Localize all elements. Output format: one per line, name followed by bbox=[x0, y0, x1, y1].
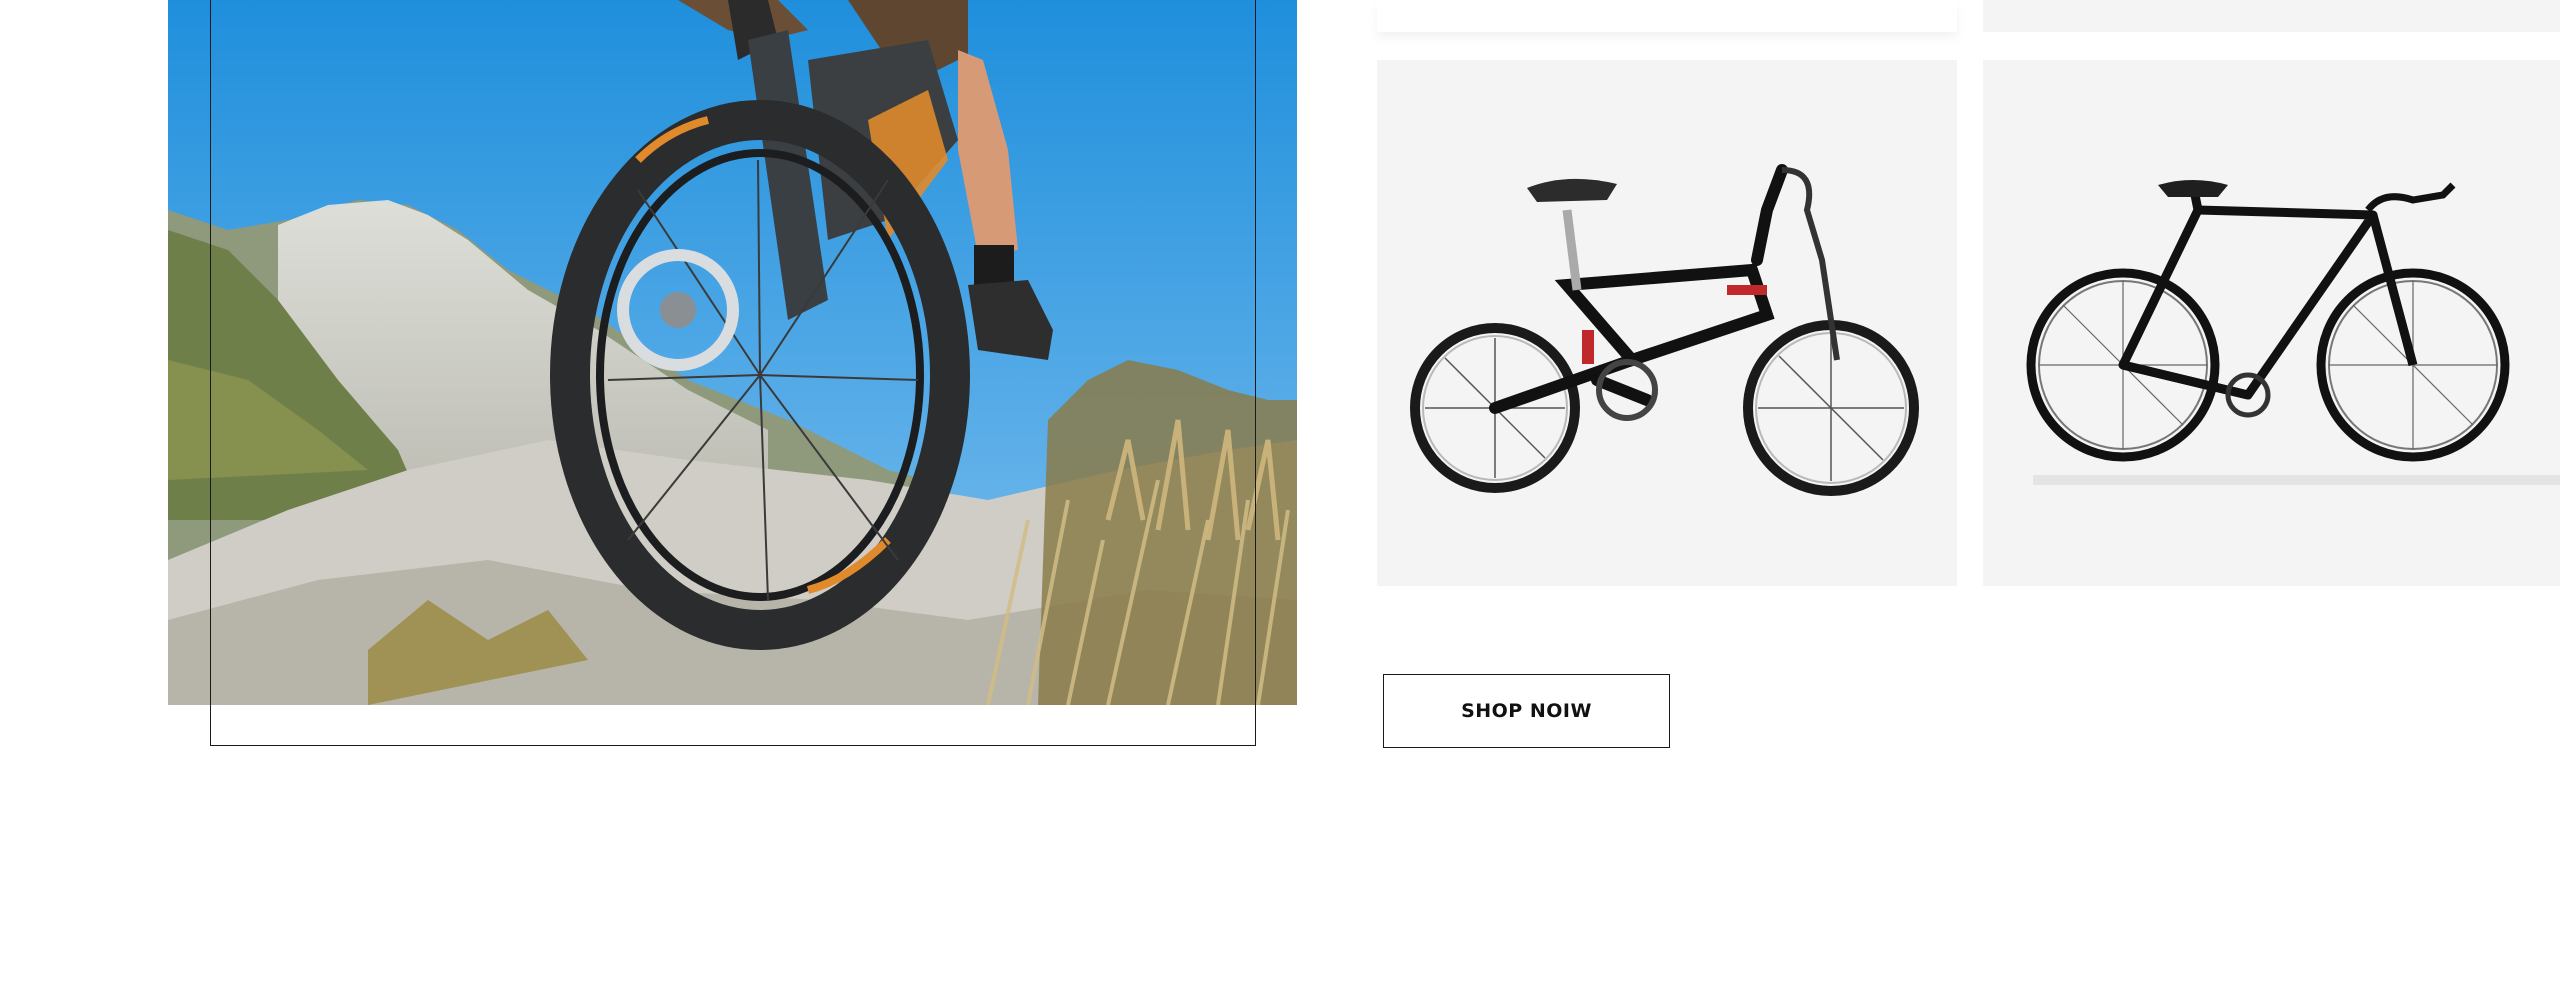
fixed-gear-bike-image bbox=[2026, 180, 2560, 485]
product-card-folding-bike[interactable] bbox=[1377, 60, 1957, 586]
shop-now-label: SHOP NOIW bbox=[1461, 700, 1592, 722]
product-card-top-left[interactable] bbox=[1377, 0, 1957, 32]
folding-bike-image bbox=[1410, 164, 1919, 496]
shop-now-button[interactable]: SHOP NOIW bbox=[1383, 674, 1670, 748]
product-card-top-right[interactable] bbox=[1983, 0, 2560, 32]
product-card-fixed-gear-bike[interactable] bbox=[1983, 60, 2560, 586]
hero-image bbox=[168, 0, 1297, 705]
